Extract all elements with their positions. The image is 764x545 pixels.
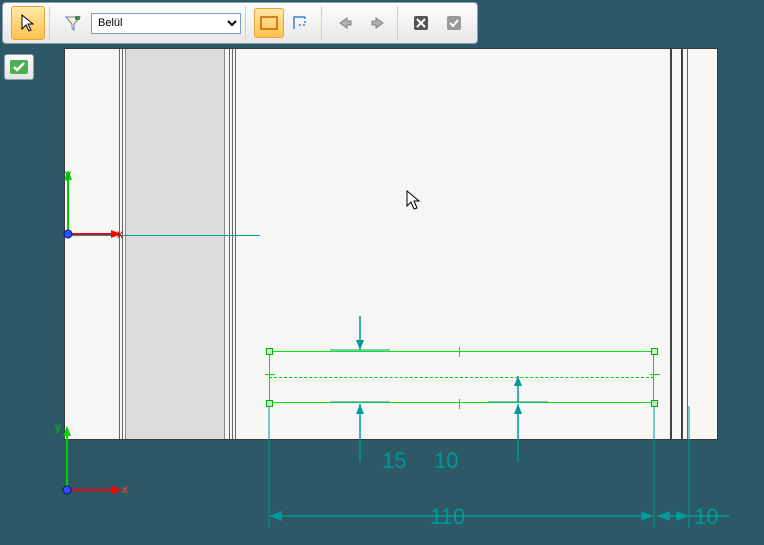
sketch-handle[interactable] — [266, 400, 273, 407]
inside-box-button[interactable] — [254, 8, 284, 38]
sketch-tick — [459, 399, 460, 409]
model-panel-left — [125, 49, 225, 439]
pointer-icon — [18, 13, 38, 33]
exit-sketch-button[interactable] — [4, 54, 34, 80]
axis-label-x: x — [117, 227, 123, 241]
model-edge — [681, 49, 683, 439]
cancel-button[interactable] — [406, 8, 436, 38]
back-button[interactable] — [330, 8, 360, 38]
axis-label-y: y — [55, 420, 61, 434]
sketch-midline — [269, 377, 654, 378]
construction-line — [65, 235, 260, 236]
accept-button[interactable] — [439, 8, 469, 38]
sketch-handle[interactable] — [266, 348, 273, 355]
model-edge — [119, 49, 120, 439]
crossing-box-icon — [293, 15, 311, 31]
dimension-value[interactable]: 110 — [430, 504, 465, 530]
axis-label-y: y — [65, 167, 71, 181]
check-icon — [446, 15, 462, 31]
tool-group-confirm — [402, 6, 473, 40]
model-edge — [687, 49, 688, 439]
funnel-icon — [64, 14, 82, 32]
cursor-icon — [403, 189, 425, 211]
model-edge — [670, 49, 672, 439]
arrow-right-icon — [370, 16, 386, 30]
dimension-value[interactable]: 10 — [434, 448, 458, 474]
model-edge — [235, 49, 236, 439]
dimension-value[interactable]: 10 — [694, 504, 718, 530]
filter-button[interactable] — [58, 8, 88, 38]
top-toolbar: Belül — [2, 2, 478, 44]
sketch-tick — [459, 347, 460, 357]
model-edge — [232, 49, 233, 439]
sketch-tick — [650, 374, 660, 375]
tool-group-box — [250, 6, 322, 40]
sketch-tick — [265, 374, 275, 375]
tool-group-select — [7, 6, 50, 40]
arrow-left-icon — [337, 16, 353, 30]
tool-group-nav — [326, 6, 398, 40]
sketch-handle[interactable] — [651, 348, 658, 355]
check-flag-icon — [8, 58, 30, 76]
forward-button[interactable] — [363, 8, 393, 38]
dimension-value[interactable]: 15 — [382, 448, 406, 474]
model-viewport[interactable]: y x — [64, 48, 718, 440]
inside-box-icon — [260, 15, 278, 31]
tool-group-filter: Belül — [54, 6, 246, 40]
mode-select[interactable]: Belül — [91, 13, 241, 34]
model-edge — [122, 49, 123, 439]
crossing-box-button[interactable] — [287, 8, 317, 38]
pointer-tool-button[interactable] — [11, 6, 45, 40]
close-icon — [413, 15, 429, 31]
model-edge — [229, 49, 230, 439]
axis-label-x: x — [122, 482, 128, 496]
sketch-handle[interactable] — [651, 400, 658, 407]
